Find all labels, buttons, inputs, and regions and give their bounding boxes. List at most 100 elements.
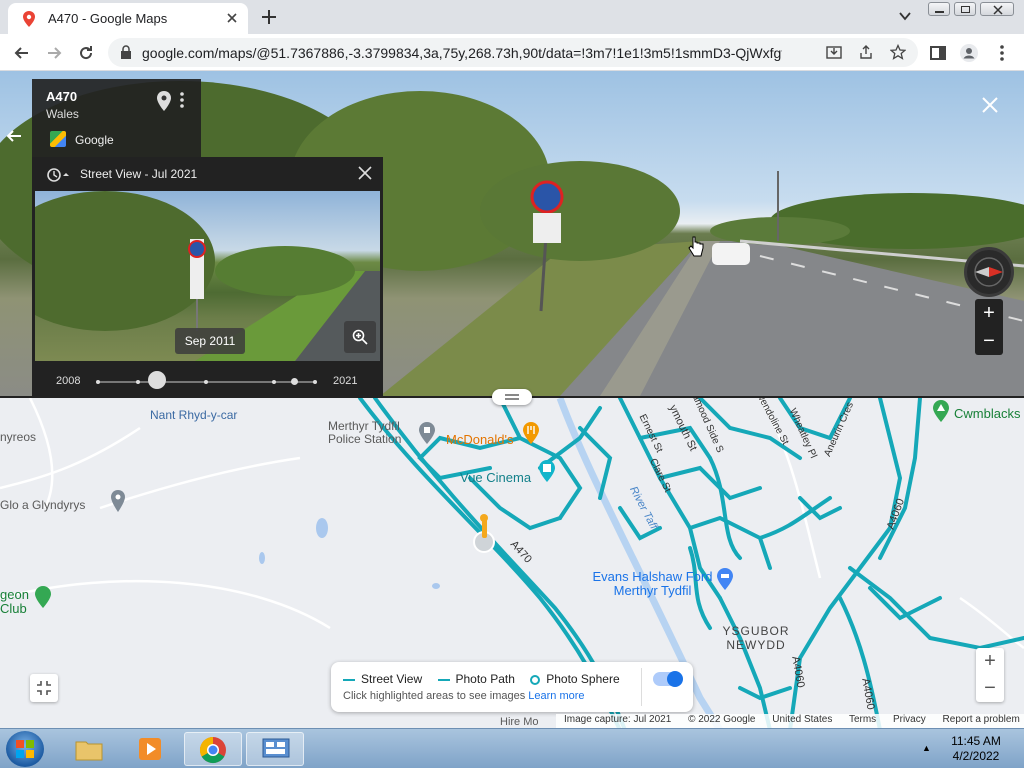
reload-icon[interactable] [76, 43, 96, 63]
timeline-tick[interactable] [204, 380, 208, 384]
legend-divider [641, 668, 642, 706]
car-dealer-icon[interactable] [716, 568, 734, 590]
collapse-icon [37, 681, 51, 695]
police-station-icon[interactable] [418, 422, 436, 444]
terms-link[interactable]: Terms [849, 714, 876, 725]
clock-date: 4/2/2022 [952, 749, 1000, 763]
map-pin-icon[interactable] [156, 91, 172, 111]
windows-taskbar: ▲ 11:45 AM 4/2/2022 [0, 728, 1024, 768]
map-zoom-out-button[interactable]: − [976, 675, 1004, 702]
magnify-icon [352, 329, 368, 345]
system-clock[interactable]: 11:45 AM 4/2/2022 [936, 734, 1016, 764]
provider-label: Google [75, 133, 114, 147]
address-bar[interactable]: google.com/maps/@51.7367886,-3.3799834,3… [108, 38, 918, 67]
chrome-icon [199, 736, 226, 764]
street-view-line-swatch [343, 678, 355, 681]
timeline-tick[interactable] [136, 380, 140, 384]
map-zoom-in-button[interactable]: + [976, 648, 1004, 675]
clock-time: 11:45 AM [951, 734, 1001, 748]
privacy-link[interactable]: Privacy [893, 714, 926, 725]
legend-photo-path: Photo Path [455, 672, 515, 686]
taskbar-control-panel[interactable] [246, 732, 304, 766]
timeline-tick[interactable] [313, 380, 317, 384]
grip-line [505, 398, 519, 400]
thumbnail-date-label: Sep 2011 [175, 328, 245, 354]
map-label-evans[interactable]: Evans Halshaw Ford Merthyr Tydfil [585, 570, 720, 598]
more-options-icon[interactable] [178, 91, 186, 109]
media-player-icon [139, 738, 161, 760]
tab-title: A470 - Google Maps [48, 11, 168, 26]
timeline-tick[interactable] [272, 380, 276, 384]
control-panel-icon [262, 738, 290, 758]
collapse-map-button[interactable] [30, 674, 58, 702]
street-view-coverage-toggle[interactable] [653, 671, 683, 687]
view-this-image-button[interactable] [344, 321, 376, 353]
timeline-slider-handle[interactable] [148, 371, 166, 389]
taskbar-chrome[interactable] [184, 732, 242, 766]
photo-path-swatch [437, 678, 450, 681]
toggle-knob [667, 671, 683, 687]
windows-logo-icon [16, 740, 34, 758]
restaurant-icon[interactable] [522, 422, 540, 444]
profile-avatar-icon[interactable] [959, 43, 979, 63]
lock-icon [121, 45, 131, 59]
map-label-hire: Hire Mo [500, 716, 539, 728]
google-maps-pin-icon [23, 11, 35, 27]
pane-resize-handle[interactable] [492, 389, 532, 405]
close-tab-icon[interactable] [224, 10, 240, 26]
street-view-zoom-in-button[interactable]: + [975, 299, 1003, 327]
forward-arrow-icon[interactable] [44, 43, 64, 63]
share-icon[interactable] [858, 44, 874, 60]
show-hidden-icons-arrow[interactable]: ▲ [922, 743, 931, 753]
street-view-panorama[interactable]: A470 Wales Google Street View - Jul 2021 [0, 71, 1024, 396]
street-view-zoom-out-button[interactable]: − [975, 327, 1003, 355]
map-label-nyreos: nyreos [0, 430, 37, 444]
place-pin-icon[interactable] [110, 490, 126, 512]
location-card: A470 Wales Google [32, 79, 201, 157]
url-text: google.com/maps/@51.7367886,-3.3799834,3… [142, 45, 782, 61]
history-clock-icon[interactable] [46, 167, 70, 183]
minimize-window-button[interactable] [928, 2, 950, 16]
back-arrow-icon[interactable] [12, 43, 32, 63]
park-icon[interactable] [932, 400, 950, 422]
map-attribution: Image capture: Jul 2021 © 2022 Google Un… [556, 714, 1024, 728]
bookmark-star-icon[interactable] [890, 44, 906, 60]
photo-sphere-swatch [530, 674, 541, 685]
country-link[interactable]: United States [772, 714, 832, 725]
park-icon[interactable] [34, 586, 52, 608]
install-app-icon[interactable] [826, 44, 842, 60]
timeline-tick[interactable] [96, 380, 100, 384]
timeline-start-year: 2008 [56, 375, 81, 387]
report-problem-link[interactable]: Report a problem [943, 714, 1020, 725]
tab-search-chevron-icon[interactable] [898, 9, 912, 23]
timeline-tick[interactable] [291, 378, 298, 385]
new-tab-icon[interactable] [260, 8, 278, 26]
close-street-view-icon[interactable] [980, 95, 1000, 115]
learn-more-link[interactable]: Learn more [528, 690, 584, 702]
restore-icon [961, 6, 970, 13]
back-arrow-icon[interactable] [6, 129, 22, 143]
legend-hint-row: Click highlighted areas to see images Le… [343, 690, 585, 702]
taskbar-media-player[interactable] [122, 732, 180, 766]
hand-cursor-icon [688, 236, 704, 257]
browser-menu-icon[interactable] [992, 43, 1012, 63]
compass-button[interactable] [964, 247, 1014, 297]
taskbar-file-explorer[interactable] [60, 732, 118, 766]
map-label-cwmblacks[interactable]: Cwmblacks [954, 406, 1020, 421]
start-button[interactable] [6, 731, 44, 767]
side-panel-icon[interactable] [928, 43, 948, 63]
map-label-vue[interactable]: Vue Cinema [460, 470, 531, 485]
restore-window-button[interactable] [954, 2, 976, 16]
browser-toolbar: google.com/maps/@51.7367886,-3.3799834,3… [0, 34, 1024, 71]
browser-tab[interactable]: A470 - Google Maps [8, 3, 248, 34]
grip-line [505, 394, 519, 396]
cinema-icon[interactable] [538, 460, 556, 482]
map-label-police[interactable]: Merthyr Tydfil Police Station [328, 420, 418, 446]
map-label-mcdonalds[interactable]: McDonald's [446, 432, 514, 447]
close-window-button[interactable] [980, 2, 1014, 16]
close-timeline-icon[interactable] [357, 165, 373, 181]
map-label-geon[interactable]: geon Club [0, 588, 32, 616]
historic-imagery-thumbnail[interactable]: Sep 2011 [35, 191, 380, 361]
place-title: A470 [46, 89, 78, 104]
image-capture-date: Image capture: Jul 2021 [564, 714, 672, 725]
